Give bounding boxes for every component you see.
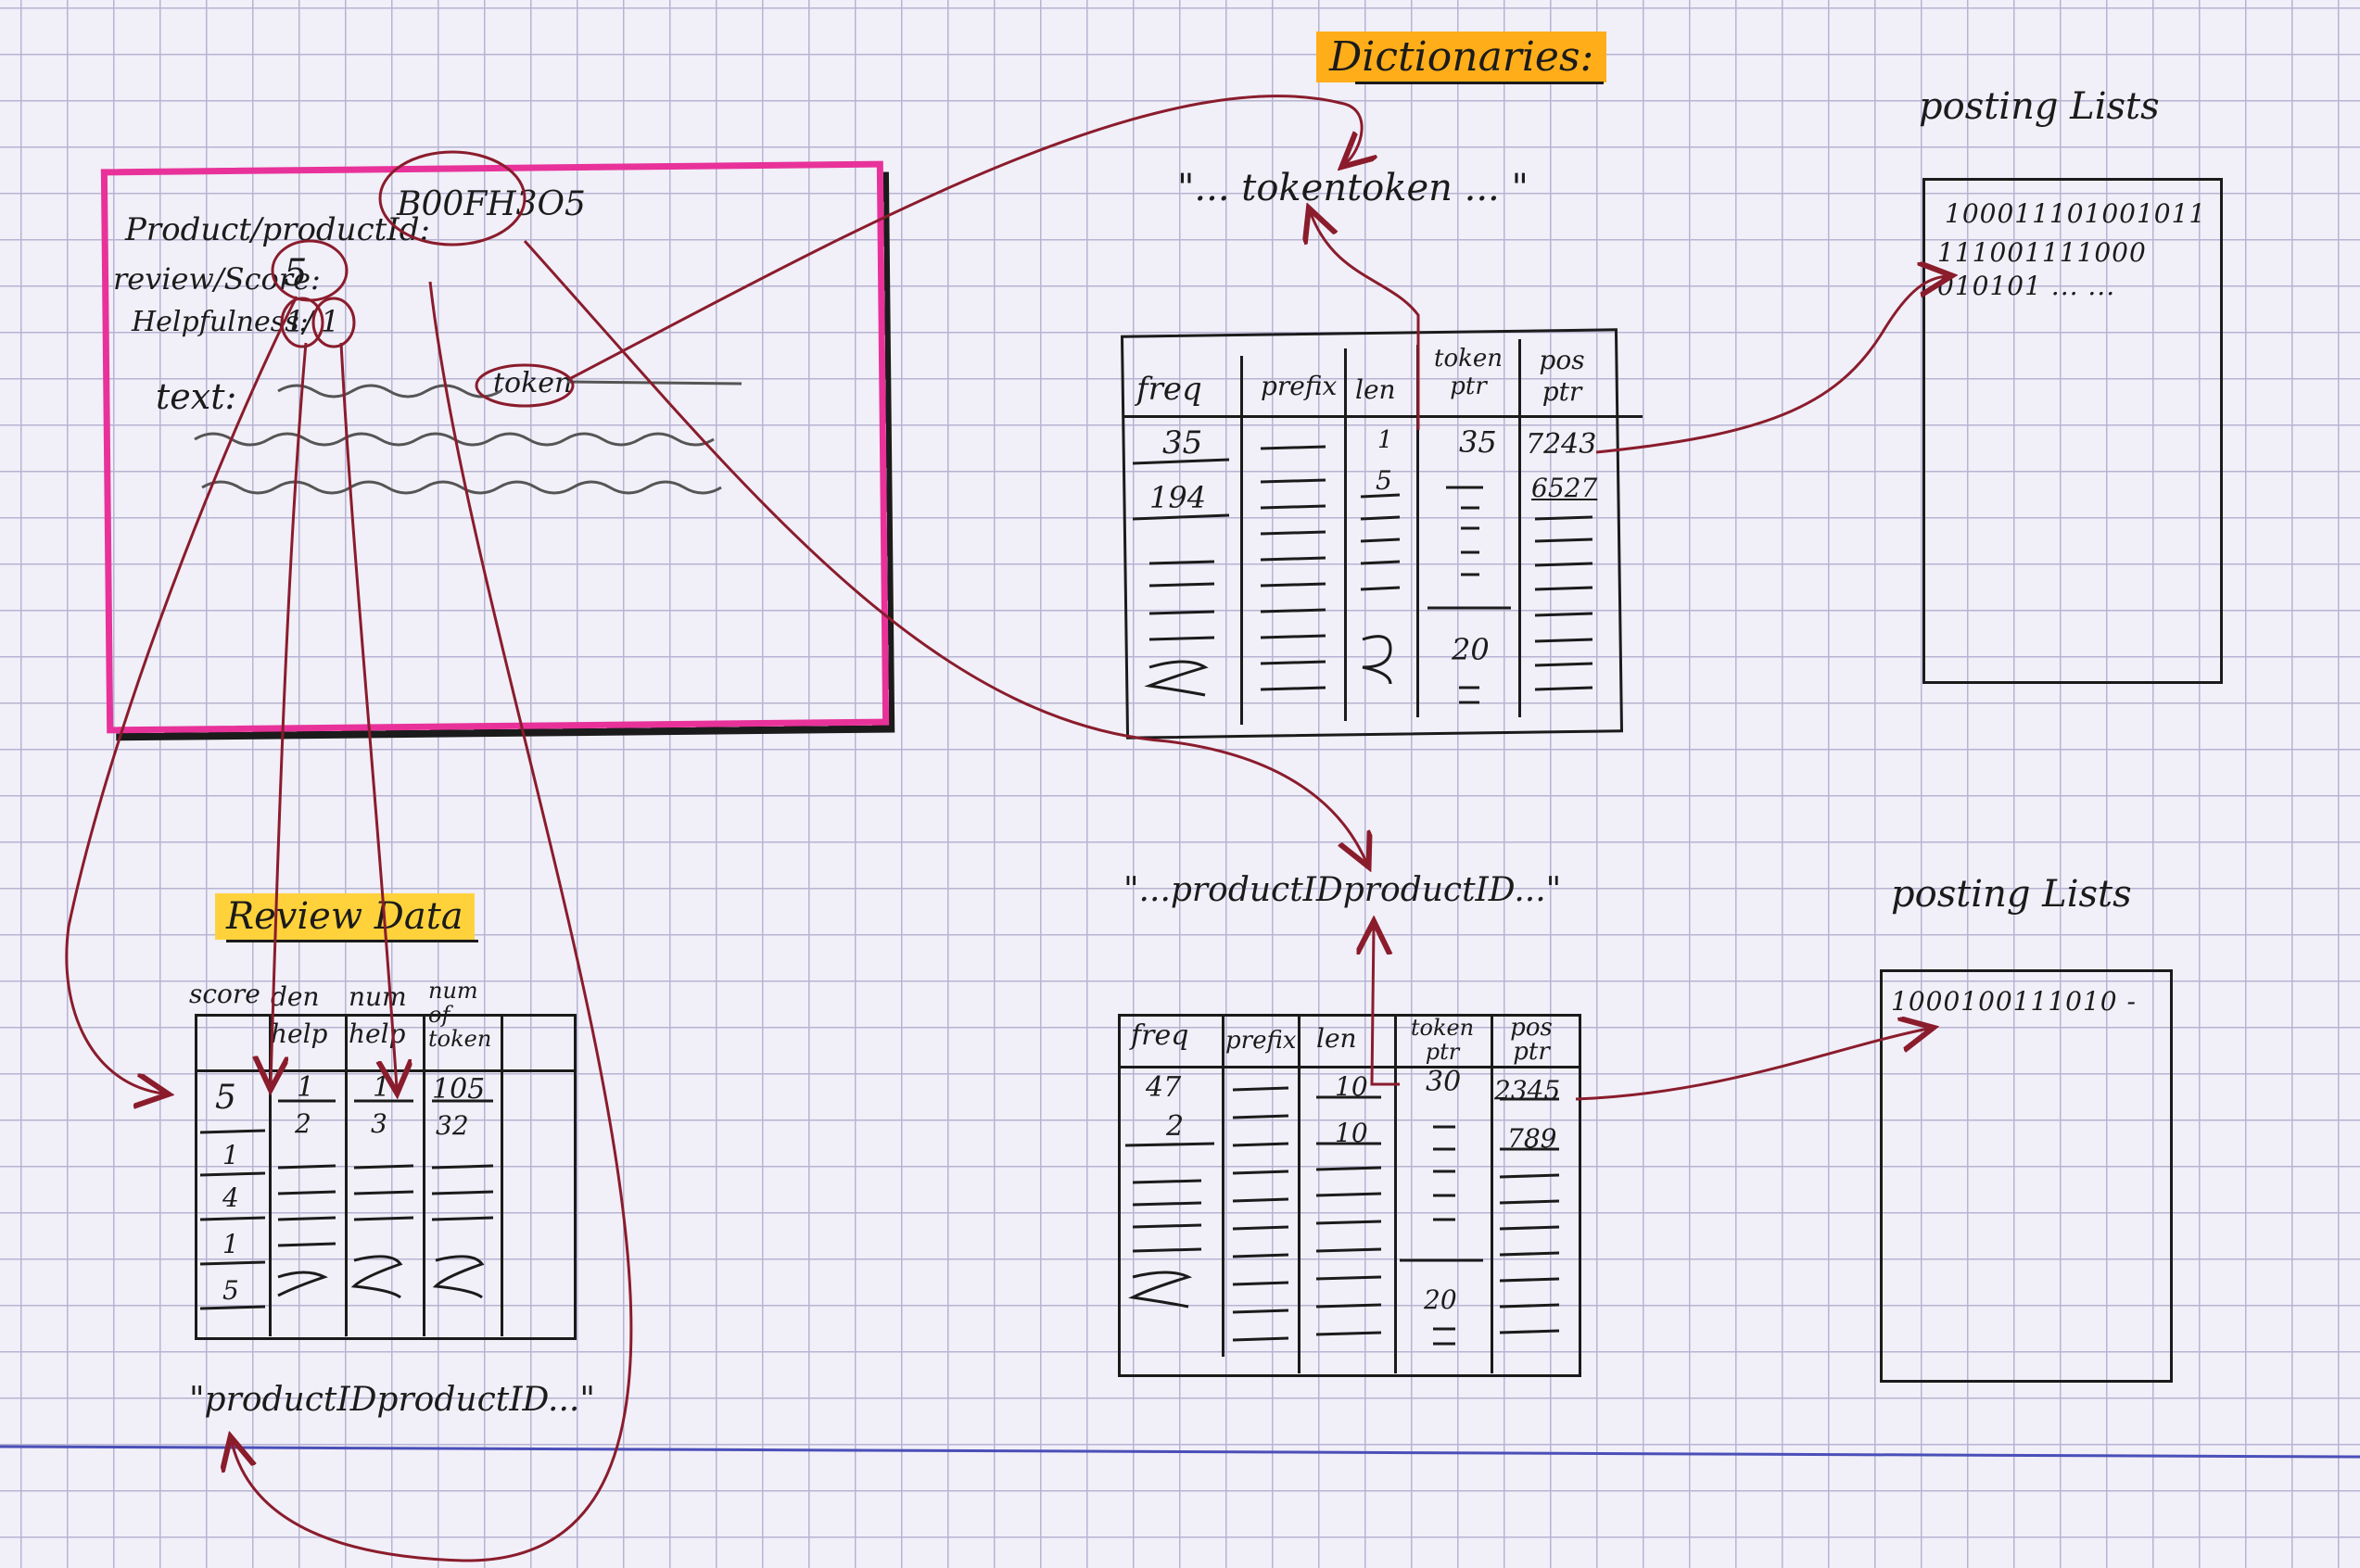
product-table-col-2: [1298, 1016, 1301, 1373]
review-col-score: score: [189, 979, 260, 1009]
review-row1-num-token: 105: [432, 1073, 486, 1106]
product-extra-token-ptr: 20: [1424, 1284, 1457, 1315]
review-data-title: Review Data: [215, 893, 475, 940]
dictionaries-underline: [1355, 82, 1604, 84]
review-product-string: "productIDproductID...": [189, 1381, 595, 1419]
review-table-col-3: [423, 1016, 425, 1336]
review-extra-score-1: 1: [222, 1140, 239, 1170]
posting-bits-top-1: 100011101001011: [1945, 198, 2207, 229]
review-table-col-4: [501, 1016, 503, 1336]
product-row1-pos-ptr: 2345: [1494, 1075, 1561, 1106]
token-row1-token-ptr: 35: [1459, 424, 1497, 460]
review-data-underline: [226, 940, 478, 942]
product-row1-token-ptr: 30: [1426, 1066, 1462, 1098]
token-col-len: len: [1355, 374, 1396, 405]
token-col-prefix: prefix: [1261, 371, 1338, 401]
helpfulness-label: Helpfulness:: [132, 306, 309, 338]
token-table-col-4: [1518, 339, 1521, 717]
token-row1-len: 1: [1377, 426, 1393, 454]
product-row1-freq: 47: [1146, 1071, 1182, 1104]
token-table-col-3: [1416, 345, 1419, 717]
product-row1-len: 10: [1335, 1071, 1368, 1102]
product-table-col-4: [1491, 1016, 1493, 1373]
product-col-pos-ptr: pos ptr: [1510, 1014, 1553, 1066]
helpfulness-numerator: 1: [285, 304, 305, 339]
token-col-pos-ptr: pos ptr: [1539, 345, 1585, 407]
token-table-col-2: [1344, 348, 1347, 721]
helpfulness-denominator: 1: [321, 304, 340, 339]
review-row1-score: 5: [215, 1079, 236, 1117]
product-table-col-3: [1394, 1016, 1397, 1373]
token-table-col-1: [1240, 356, 1243, 725]
product-col-freq: freq: [1131, 1019, 1189, 1052]
review-table-col-1: [269, 1016, 272, 1336]
review-row2-num-help: 3: [371, 1108, 387, 1139]
review-row1-num-help: 1: [373, 1071, 391, 1104]
token-row2-freq: 194: [1149, 480, 1207, 515]
review-data-table: [195, 1014, 577, 1340]
product-dictionary-string: "...productIDproductID...": [1123, 871, 1562, 909]
posting-lists-title-top: posting Lists: [1919, 85, 2160, 128]
notebook-margin-line: [0, 1445, 2360, 1459]
token-row2-pos-ptr: 6527: [1531, 473, 1598, 503]
posting-list-box-bottom: [1880, 969, 2173, 1383]
helpfulness-slash: /: [303, 304, 313, 339]
review-table-col-2: [345, 1016, 348, 1336]
token-word: token: [493, 367, 573, 399]
score-value: 5: [284, 252, 308, 295]
review-row2-num-token: 32: [436, 1110, 469, 1141]
token-col-freq: freq: [1136, 371, 1202, 408]
product-row2-pos-ptr: 789: [1507, 1123, 1557, 1154]
product-id-value: B00FH3O5: [397, 185, 586, 223]
posting-bits-top-2: 111001111000: [1937, 237, 2147, 268]
review-row2-den-help: 2: [295, 1108, 311, 1139]
token-table-header-rule: [1123, 415, 1643, 418]
text-label: text:: [156, 376, 237, 417]
product-table-header-rule: [1118, 1066, 1581, 1069]
product-col-token-ptr: token ptr: [1410, 1015, 1475, 1065]
review-extra-score-3: 1: [222, 1229, 239, 1259]
review-extra-score-2: 4: [222, 1182, 239, 1213]
posting-bits-bottom-1: 1000100111010 -: [1891, 986, 2137, 1017]
posting-lists-title-bottom: posting Lists: [1891, 873, 2132, 916]
review-extra-score-4: 5: [222, 1275, 239, 1306]
product-table-col-1: [1222, 1016, 1224, 1357]
product-col-len: len: [1316, 1023, 1357, 1054]
product-col-prefix: prefix: [1225, 1027, 1297, 1055]
review-row1-den-help: 1: [297, 1071, 315, 1104]
posting-bits-top-3: 010101 ... ...: [1937, 271, 2116, 301]
token-extra-token-ptr: 20: [1452, 632, 1490, 667]
product-row2-len: 10: [1335, 1118, 1368, 1148]
product-id-label: Product/productId:: [125, 211, 430, 248]
token-col-token-ptr: token ptr: [1434, 345, 1503, 400]
token-row1-freq: 35: [1162, 424, 1203, 462]
product-row2-freq: 2: [1166, 1110, 1185, 1143]
token-row1-pos-ptr: 7243: [1526, 428, 1597, 461]
dictionaries-title: Dictionaries:: [1316, 32, 1607, 82]
token-dictionary-string: "... tokentoken ... ": [1177, 167, 1529, 209]
token-row2-len: 5: [1376, 465, 1392, 496]
